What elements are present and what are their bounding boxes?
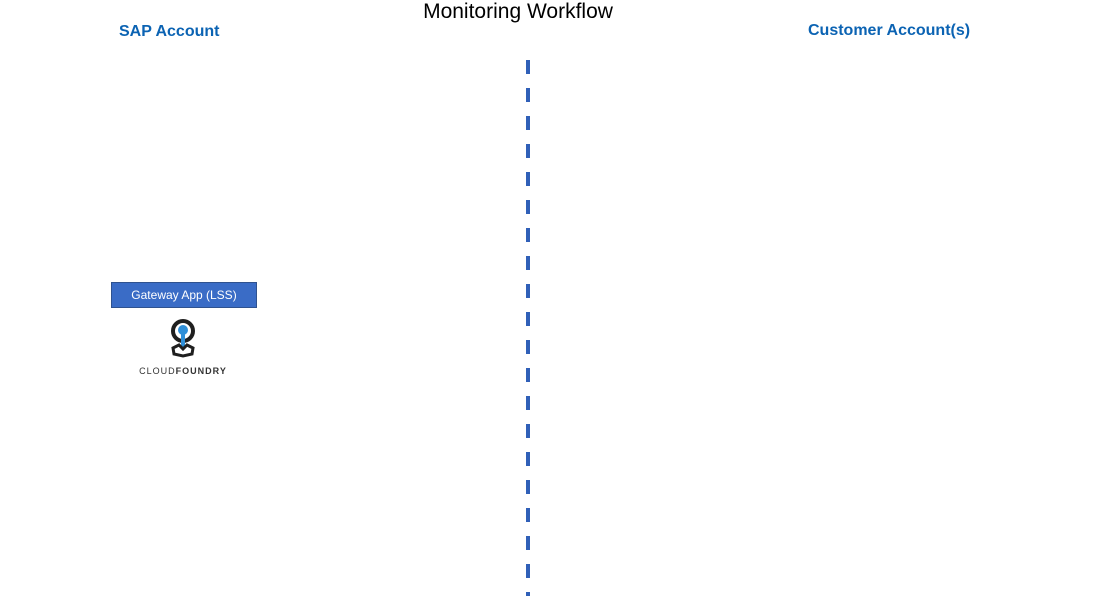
sap-account-heading: SAP Account	[119, 23, 220, 40]
cloud-foundry-icon	[171, 319, 195, 358]
cloud-foundry-logo: CLOUDFOUNDRY	[136, 318, 230, 380]
gateway-app-box[interactable]: Gateway App (LSS)	[111, 282, 257, 308]
cloud-foundry-wordmark: CLOUDFOUNDRY	[136, 366, 230, 376]
account-divider	[526, 60, 530, 596]
customer-account-heading: Customer Account(s)	[808, 22, 971, 39]
cf-text-light: CLOUD	[139, 366, 176, 376]
cf-text-bold: FOUNDRY	[175, 366, 227, 376]
gateway-app-label: Gateway App (LSS)	[131, 288, 237, 302]
